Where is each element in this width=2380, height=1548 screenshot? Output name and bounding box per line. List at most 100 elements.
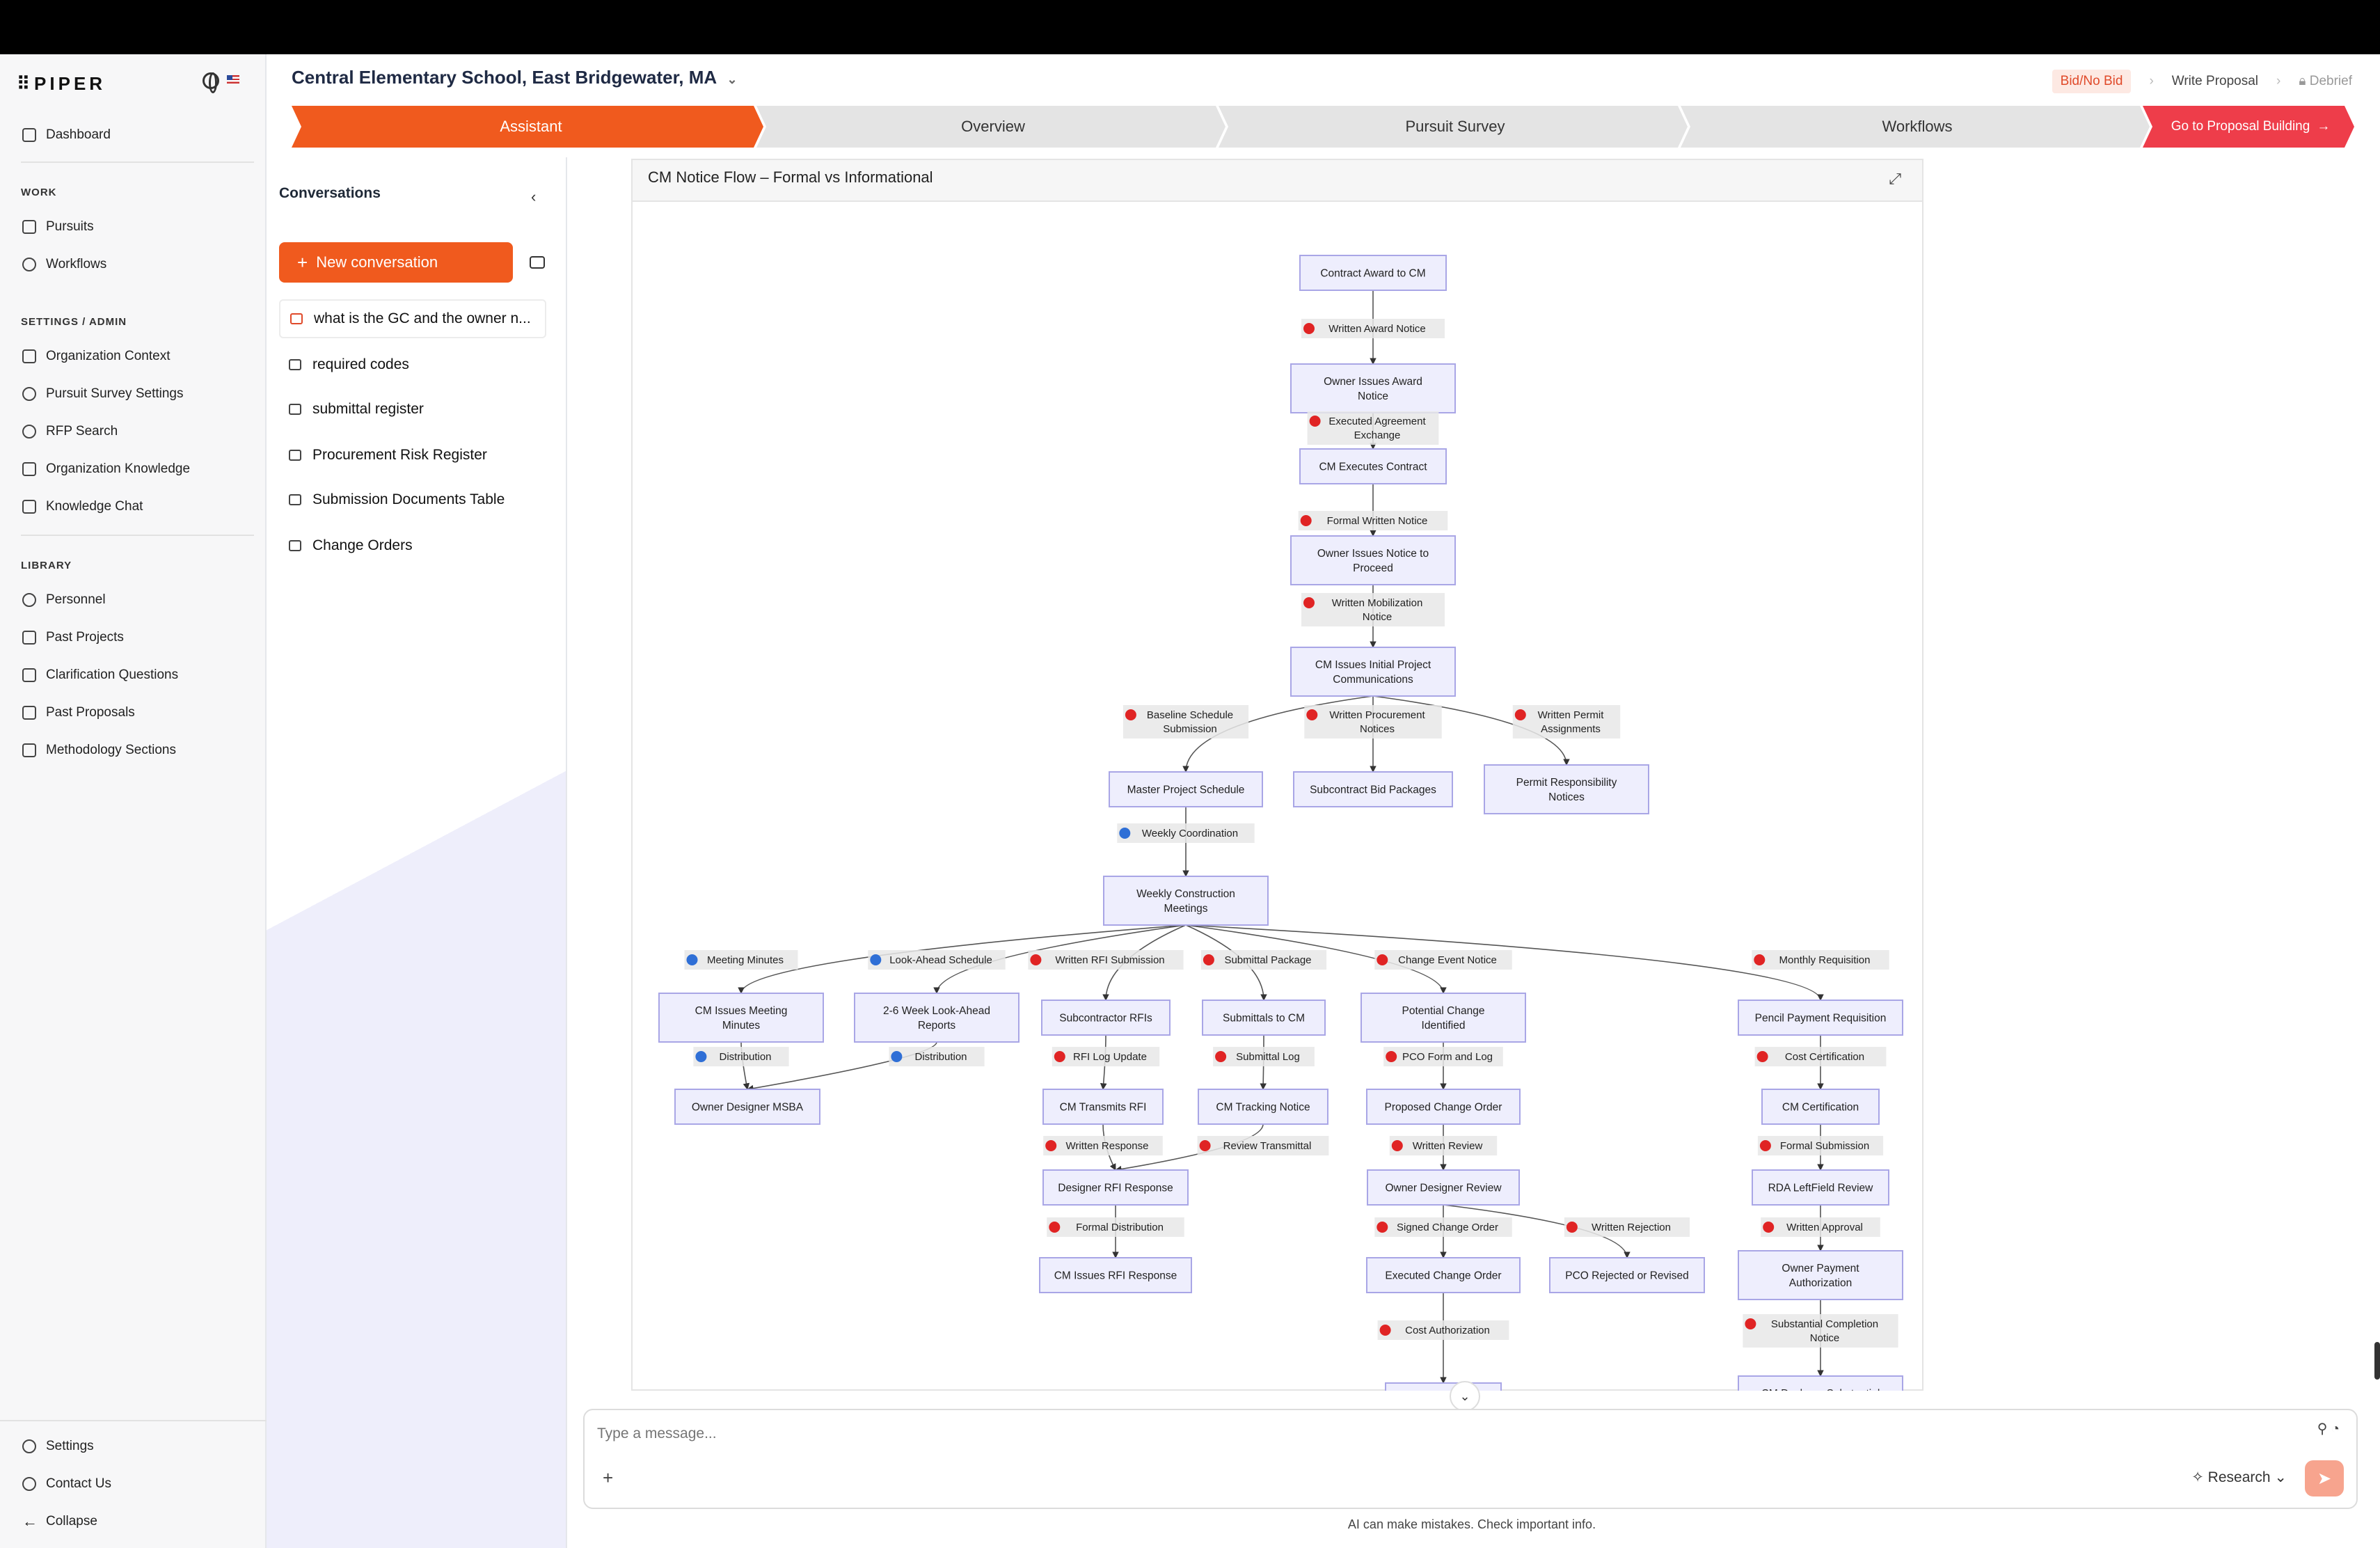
brand-logo[interactable]: ⠿ PIPER — [17, 70, 106, 97]
flow-node-n27[interactable]: Owner Payment Authorization — [1738, 1250, 1903, 1300]
flow-node-n9[interactable]: Weekly Construction Meetings — [1103, 876, 1269, 926]
conversation-item[interactable]: required codes — [279, 345, 546, 384]
person-icon — [22, 593, 36, 607]
assistant-tools-icon[interactable]: ⚲ ◔ — [2317, 1420, 2340, 1437]
flow-node-n19[interactable]: Proposed Change Order — [1366, 1089, 1521, 1125]
formal-notice-icon — [1391, 1140, 1403, 1151]
flow-node-n13[interactable]: Submittals to CM — [1202, 1000, 1326, 1036]
tab-workflows[interactable]: Workflows — [1688, 106, 2147, 148]
sidebar-item-label: Clarification Questions — [46, 668, 179, 682]
go-to-proposal-building-button[interactable]: Go to Proposal Building → — [2150, 106, 2351, 148]
tab-assistant[interactable]: Assistant — [301, 106, 761, 148]
sidebar-item-pursuits[interactable]: Pursuits — [22, 213, 94, 241]
flow-node-n24[interactable]: CM Issues RFI Response — [1039, 1257, 1192, 1293]
scrollbar-thumb[interactable] — [2374, 1342, 2380, 1380]
new-conversation-button[interactable]: + New conversation — [279, 242, 513, 283]
flow-node-n6[interactable]: Master Project Schedule — [1109, 771, 1263, 807]
attach-plus-button[interactable]: + — [603, 1467, 613, 1489]
sidebar-item-knowledge-chat[interactable]: Knowledge Chat — [22, 493, 143, 521]
edge-label: Formal Written Notice — [1298, 511, 1448, 530]
flow-node-n10[interactable]: CM Issues Meeting Minutes — [658, 993, 824, 1043]
edge-label: Distribution — [889, 1047, 985, 1066]
flow-node-label: Master Project Schedule — [1127, 784, 1245, 796]
flow-node-n2[interactable]: Owner Issues Award Notice — [1290, 363, 1456, 413]
globe-icon[interactable] — [203, 72, 219, 93]
flow-node-box — [1360, 993, 1526, 1043]
flow-node-n15[interactable]: Pencil Payment Requisition — [1738, 1000, 1903, 1036]
sidebar-item-pursuit-survey-settings[interactable]: Pursuit Survey Settings — [22, 380, 183, 408]
conversation-item[interactable]: what is the GC and the owner n... — [279, 299, 546, 338]
message-input[interactable] — [597, 1425, 1015, 1442]
scroll-down-button[interactable]: ⌄ — [1450, 1381, 1480, 1412]
sidebar-item-label: RFP Search — [46, 424, 118, 439]
panel-background-decoration — [267, 484, 566, 1548]
formal-notice-icon — [1386, 1051, 1397, 1062]
flow-node-n21[interactable]: Designer RFI Response — [1042, 1169, 1189, 1206]
flow-node-n4[interactable]: Owner Issues Notice to Proceed — [1290, 535, 1456, 585]
sidebar-item-workflows[interactable]: Workflows — [22, 251, 106, 278]
edge-label: Formal Submission — [1757, 1136, 1884, 1155]
sidebar-item-settings[interactable]: Settings — [22, 1432, 94, 1460]
book-icon — [22, 462, 36, 476]
expand-icon[interactable]: ⤢ — [1889, 170, 1901, 188]
edge-label-text: Written Approval — [1786, 1222, 1863, 1233]
research-mode-selector[interactable]: ✧ Research ⌄ — [2191, 1469, 2287, 1486]
sidebar-item-past-projects[interactable]: Past Projects — [22, 624, 124, 651]
tab-pursuit-survey[interactable]: Pursuit Survey — [1225, 106, 1685, 148]
flow-node-label: Subcontractor RFIs — [1059, 1012, 1152, 1024]
flow-node-n28[interactable]: Payment Eligible — [1385, 1382, 1502, 1391]
flow-node-label: Potential Change — [1402, 1005, 1485, 1017]
flow-node-n8[interactable]: Permit Responsibility Notices — [1484, 764, 1649, 814]
flow-node-n16[interactable]: Owner Designer MSBA — [674, 1089, 820, 1125]
video-tutorial-icon[interactable] — [530, 256, 545, 269]
edge-label-text: Submittal Package — [1224, 954, 1311, 966]
edge-label: Written Review — [1389, 1136, 1498, 1155]
flow-node-box — [1290, 647, 1456, 697]
us-flag-icon[interactable] — [227, 75, 239, 84]
conversation-item[interactable]: Procurement Risk Register — [279, 436, 546, 475]
flow-node-n5[interactable]: CM Issues Initial Project Communications — [1290, 647, 1456, 697]
sidebar-item-methodology-sections[interactable]: Methodology Sections — [22, 736, 176, 764]
nodes-layer: Contract Award to CM Owner Issues Award No… — [658, 255, 1903, 1391]
collapse-panel-icon[interactable]: ‹ — [531, 188, 536, 206]
flow-node-n22[interactable]: Owner Designer Review — [1367, 1169, 1520, 1206]
flow-node-label: CM Issues Initial Project — [1315, 659, 1431, 671]
sidebar-item-personnel[interactable]: Personnel — [22, 586, 106, 614]
flow-node-n17[interactable]: CM Transmits RFI — [1042, 1089, 1164, 1125]
flow-node-n23[interactable]: RDA LeftField Review — [1752, 1169, 1889, 1206]
chevron-down-icon: ⌄ — [1459, 1389, 1470, 1403]
informational-notice-icon — [1119, 828, 1131, 839]
flow-node-n25[interactable]: Executed Change Order — [1366, 1257, 1521, 1293]
sidebar-item-organization-knowledge[interactable]: Organization Knowledge — [22, 455, 190, 483]
conversation-item[interactable]: Submission Documents Table — [279, 480, 546, 519]
flow-node-n29[interactable]: CM Declares SubstantialCompletion — [1738, 1375, 1903, 1391]
sidebar-item-past-proposals[interactable]: Past Proposals — [22, 699, 135, 727]
flow-node-label: Owner Designer Review — [1385, 1182, 1502, 1194]
edge-label: Executed Agreement Exchange — [1307, 411, 1439, 445]
sidebar-item-organization-context[interactable]: Organization Context — [22, 342, 170, 370]
send-button[interactable]: ➤ — [2305, 1460, 2344, 1496]
informational-notice-icon — [695, 1051, 707, 1062]
flow-node-n20[interactable]: CM Certification — [1761, 1089, 1880, 1125]
sidebar-item-rfp-search[interactable]: RFP Search — [22, 418, 118, 445]
flow-node-label: Subcontract Bid Packages — [1310, 784, 1436, 796]
flow-node-n14[interactable]: Potential Change Identified — [1360, 993, 1526, 1043]
sidebar-item-collapse[interactable]: ← Collapse — [22, 1508, 97, 1535]
edge-label: PCO Form and Log — [1383, 1047, 1503, 1066]
flow-node-n7[interactable]: Subcontract Bid Packages — [1293, 771, 1453, 807]
flow-node-n11[interactable]: 2-6 Week Look-Ahead Reports — [854, 993, 1020, 1043]
edge-label-text: Executed Agreement — [1328, 416, 1426, 427]
conversation-title: Change Orders — [312, 537, 413, 553]
flow-node-n26[interactable]: PCO Rejected or Revised — [1549, 1257, 1705, 1293]
flow-node-n3[interactable]: CM Executes Contract — [1299, 448, 1447, 484]
flow-node-n18[interactable]: CM Tracking Notice — [1198, 1089, 1328, 1125]
sidebar-item-dashboard[interactable]: Dashboard — [22, 121, 111, 149]
sidebar-item-contact-us[interactable]: Contact Us — [22, 1470, 111, 1498]
conversation-item[interactable]: submittal register — [279, 390, 546, 429]
sidebar-item-clarification-questions[interactable]: Clarification Questions — [22, 661, 178, 689]
flow-node-n1[interactable]: Contract Award to CM — [1299, 255, 1447, 291]
gear-icon — [22, 387, 36, 401]
tab-overview[interactable]: Overview — [763, 106, 1223, 148]
flow-node-n12[interactable]: Subcontractor RFIs — [1041, 1000, 1171, 1036]
conversation-item[interactable]: Change Orders — [279, 526, 546, 565]
